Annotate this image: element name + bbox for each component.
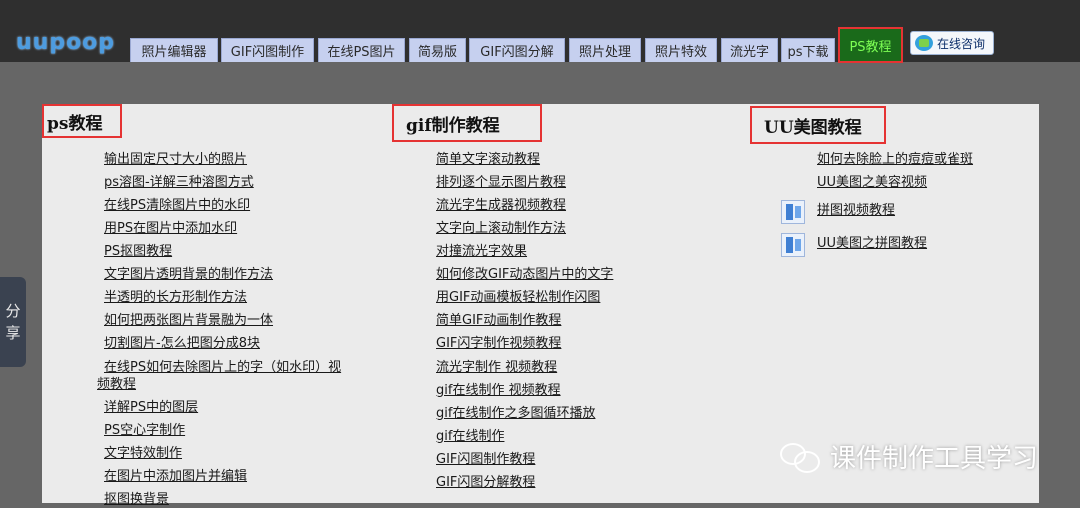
- tab-photo-editor[interactable]: 照片编辑器: [130, 38, 218, 62]
- list-item[interactable]: PS抠图教程: [104, 244, 172, 260]
- wechat-watermark: 课件制作工具学习: [780, 436, 1038, 476]
- list-item[interactable]: PS空心字制作: [104, 423, 185, 439]
- share-char-2: 享: [5, 324, 21, 342]
- list-item[interactable]: 如何修改GIF动态图片中的文字: [436, 267, 613, 283]
- list-item[interactable]: 流光字制作 视频教程: [436, 360, 557, 376]
- wechat-icon: [780, 441, 820, 473]
- list-item[interactable]: 在图片中添加图片并编辑: [104, 469, 247, 485]
- list-item[interactable]: UU美图之拼图教程: [817, 236, 927, 252]
- tab-flowing-text[interactable]: 流光字: [721, 38, 778, 62]
- tab-gif-split[interactable]: GIF闪图分解: [469, 38, 565, 62]
- list-item[interactable]: 如何把两张图片背景融为一体: [104, 313, 273, 329]
- list-item[interactable]: 文字图片透明背景的制作方法: [104, 267, 273, 283]
- video-icon: [781, 200, 805, 224]
- watermark-text: 课件制作工具学习: [830, 443, 1039, 474]
- list-item[interactable]: gif在线制作之多图循环播放: [436, 406, 595, 422]
- list-item[interactable]: 如何去除脸上的痘痘或雀斑: [817, 152, 973, 168]
- video-icon: [781, 233, 805, 257]
- list-item[interactable]: 用GIF动画模板轻松制作闪图: [436, 290, 600, 306]
- uu-meitu-tutorial-heading: UU美图教程: [750, 106, 886, 144]
- list-item[interactable]: 对撞流光字效果: [436, 244, 527, 260]
- top-navigation-bar: uupoop 照片编辑器 GIF闪图制作 在线PS图片 简易版 GIF闪图分解 …: [0, 0, 1080, 63]
- tab-gif-maker[interactable]: GIF闪图制作: [221, 38, 314, 62]
- list-item[interactable]: 输出固定尺寸大小的照片: [104, 152, 247, 168]
- list-item-continued[interactable]: 频教程: [97, 377, 136, 393]
- share-sidebar-button[interactable]: 分 享: [0, 277, 26, 367]
- tab-ps-download[interactable]: ps下载: [781, 38, 835, 62]
- list-item[interactable]: 半透明的长方形制作方法: [104, 290, 247, 306]
- list-item[interactable]: 用PS在图片中添加水印: [104, 221, 237, 237]
- tab-ps-tutorial[interactable]: PS教程: [838, 27, 903, 63]
- tab-online-ps[interactable]: 在线PS图片: [318, 38, 405, 62]
- list-item[interactable]: gif在线制作 视频教程: [436, 383, 561, 399]
- list-item[interactable]: GIF闪字制作视频教程: [436, 336, 561, 352]
- list-item[interactable]: 简单文字滚动教程: [436, 152, 540, 168]
- site-logo[interactable]: uupoop: [16, 30, 115, 55]
- chat-icon: [915, 35, 933, 51]
- ps-tutorial-heading: ps教程: [42, 104, 122, 138]
- list-item[interactable]: 流光字生成器视频教程: [436, 198, 566, 214]
- list-item[interactable]: 在线PS清除图片中的水印: [104, 198, 250, 214]
- list-item[interactable]: 简单GIF动画制作教程: [436, 313, 561, 329]
- online-consult-button[interactable]: 在线咨询: [910, 31, 994, 55]
- list-item[interactable]: GIF闪图分解教程: [436, 475, 535, 491]
- gif-tutorial-heading: gif制作教程: [392, 104, 542, 142]
- list-item[interactable]: 抠图换背景: [104, 492, 169, 508]
- list-item[interactable]: 文字向上滚动制作方法: [436, 221, 566, 237]
- share-char-1: 分: [5, 302, 21, 320]
- list-item[interactable]: ps溶图-详解三种溶图方式: [104, 175, 254, 191]
- list-item[interactable]: 排列逐个显示图片教程: [436, 175, 566, 191]
- list-item[interactable]: UU美图之美容视频: [817, 175, 927, 191]
- list-item[interactable]: 文字特效制作: [104, 446, 182, 462]
- online-consult-label: 在线咨询: [937, 36, 986, 51]
- tab-photo-effects[interactable]: 照片特效: [645, 38, 717, 62]
- tab-photo-processing[interactable]: 照片处理: [569, 38, 641, 62]
- list-item[interactable]: GIF闪图制作教程: [436, 452, 535, 468]
- list-item[interactable]: 详解PS中的图层: [104, 400, 198, 416]
- list-item[interactable]: 在线PS如何去除图片上的字（如水印）视: [104, 360, 341, 376]
- list-item[interactable]: gif在线制作: [436, 429, 504, 445]
- list-item[interactable]: 切割图片-怎么把图分成8块: [104, 336, 260, 352]
- tab-simple-version[interactable]: 简易版: [409, 38, 466, 62]
- list-item[interactable]: 拼图视频教程: [817, 203, 895, 219]
